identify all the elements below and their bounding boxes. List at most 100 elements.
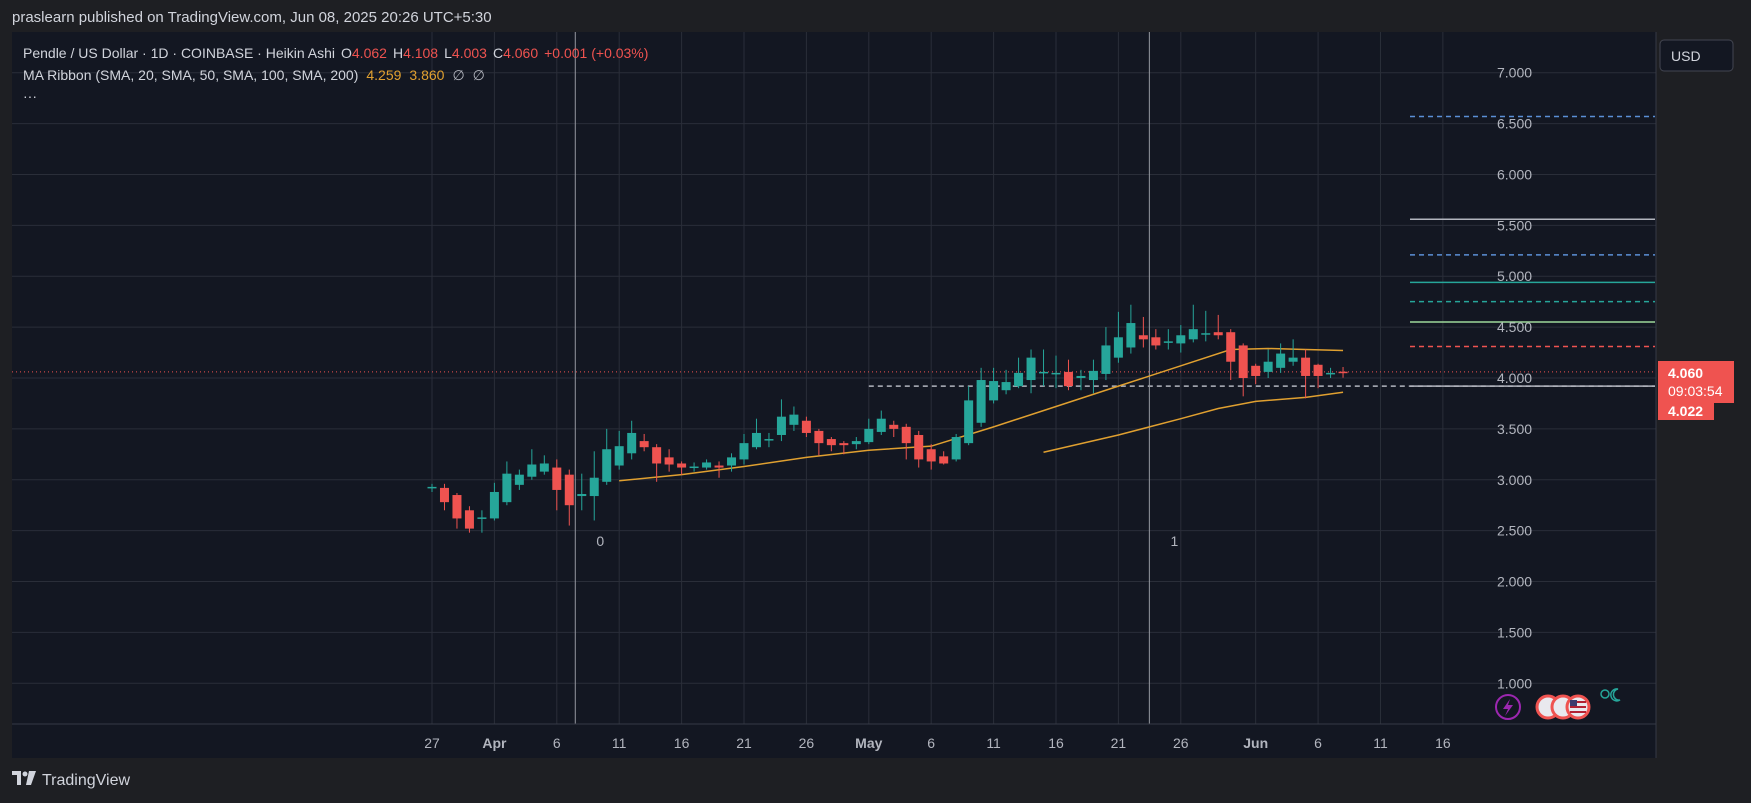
price-tick-label: 5.500 [1497, 217, 1532, 233]
time-tick-label: 26 [799, 735, 815, 751]
legend-low-label: L [444, 45, 452, 61]
candle-body [1101, 345, 1111, 374]
time-tick-label: 16 [1048, 735, 1064, 751]
candle-body [1014, 372, 1024, 387]
candle-body [1213, 332, 1223, 336]
legend-high: 4.108 [403, 45, 438, 61]
tradingview-logo-icon[interactable] [12, 771, 36, 790]
legend-close-label: C [493, 45, 503, 61]
price-label: 4.060 09:03:54 4.022 [1658, 361, 1734, 420]
candle-body [1313, 364, 1323, 376]
price-tick-label: 3.500 [1497, 421, 1532, 437]
time-tick-label: Apr [482, 735, 507, 751]
ma-ribbon-label: MA Ribbon (SMA, 20, SMA, 50, SMA, 100, S… [23, 67, 358, 83]
candle-body [702, 462, 712, 468]
candle-body [851, 441, 861, 445]
candle-body [1138, 335, 1148, 340]
time-tick-label: Jun [1243, 735, 1268, 751]
price-tick-label: 1.500 [1497, 624, 1532, 640]
candle-body [539, 463, 549, 472]
price-tick-label: 5.000 [1497, 268, 1532, 284]
currency-button-label: USD [1671, 48, 1701, 64]
price-tick-label: 6.500 [1497, 116, 1532, 132]
candle-body [1288, 357, 1298, 362]
candle [951, 433, 961, 462]
footer: TradingView [12, 771, 130, 790]
time-tick-label: 11 [986, 735, 1001, 751]
candle-body [552, 467, 562, 490]
level-price-label: 4.022 [1668, 403, 1703, 419]
us-flag-event-icon[interactable] [1535, 694, 1591, 720]
candle-body [477, 517, 487, 519]
price-tick-label: 4.000 [1497, 370, 1532, 386]
ma-value-1: 4.259 [366, 67, 401, 83]
candle-body [1176, 335, 1186, 344]
price-chart[interactable]: 0 1 1.000 1.500 2.000 2.500 3.000 3.500 4.000 4.… [0, 0, 1751, 803]
candle-body [889, 424, 899, 429]
candle-body [989, 381, 999, 401]
candle-body [1113, 337, 1123, 358]
candle-body [1338, 371, 1348, 374]
current-price-label: 4.060 [1668, 365, 1703, 381]
candle-body [627, 432, 637, 454]
legend-high-label: H [393, 45, 403, 61]
candle-body [427, 486, 437, 489]
vertical-marker-label: 1 [1170, 533, 1178, 549]
legend-change: +0.001 (+0.03%) [544, 45, 648, 61]
candle-body [677, 463, 687, 468]
candle-body [614, 446, 624, 466]
candle-body [1026, 357, 1036, 381]
vertical-marker-label: 0 [596, 533, 604, 549]
candle-body [764, 439, 774, 441]
candle-body [652, 447, 662, 464]
footer-brand[interactable]: TradingView [42, 772, 130, 790]
candle-body [439, 487, 449, 503]
candle-body [577, 494, 587, 497]
candle-body [789, 414, 799, 425]
candle-body [714, 465, 724, 468]
candle-body [1326, 372, 1336, 375]
candle-body [1151, 337, 1161, 346]
candle-body [589, 477, 599, 497]
candle-body [1126, 323, 1136, 348]
candle-body [1039, 371, 1049, 374]
time-tick-label: 16 [1435, 735, 1451, 751]
candle-body [1001, 382, 1011, 391]
candle-body [776, 416, 786, 435]
time-tick-label: 27 [424, 735, 440, 751]
candle-body [976, 380, 986, 423]
chart-frame [12, 32, 1656, 758]
candle-body [1226, 332, 1236, 362]
candle-body [602, 449, 612, 482]
candle-body [864, 428, 874, 443]
time-tick-label: 26 [1173, 735, 1189, 751]
candle-body [739, 443, 749, 460]
candle-body [964, 400, 974, 444]
candle-body [1276, 353, 1286, 368]
currency-button[interactable]: USD [1659, 39, 1734, 72]
candle-body [926, 449, 936, 462]
ma-value-3: ∅ [452, 67, 464, 83]
candle-body [751, 432, 761, 448]
candle-body [1063, 371, 1073, 387]
legend-open: 4.062 [352, 45, 387, 61]
candle-body [901, 426, 911, 444]
time-tick-label: 11 [1373, 735, 1388, 751]
candle-body [1051, 372, 1061, 375]
countdown-label: 09:03:54 [1668, 383, 1723, 399]
time-tick-label: 21 [1111, 735, 1127, 751]
candle-body [664, 457, 674, 465]
time-tick-label: 21 [736, 735, 752, 751]
candle-body [489, 491, 499, 519]
candle-body [951, 437, 961, 460]
candle-body [1076, 375, 1086, 378]
candle-body [1251, 365, 1261, 376]
ma-value-4: ∅ [473, 67, 485, 83]
candle-body [876, 418, 886, 432]
legend-symbol: Pendle / US Dollar · 1D · COINBASE · Hei… [23, 45, 335, 61]
legend-more-button[interactable]: ··· [23, 88, 37, 104]
candle-body [1188, 329, 1198, 340]
candle-body [452, 495, 462, 519]
legend-open-label: O [341, 45, 352, 61]
candle-body [1201, 333, 1211, 335]
